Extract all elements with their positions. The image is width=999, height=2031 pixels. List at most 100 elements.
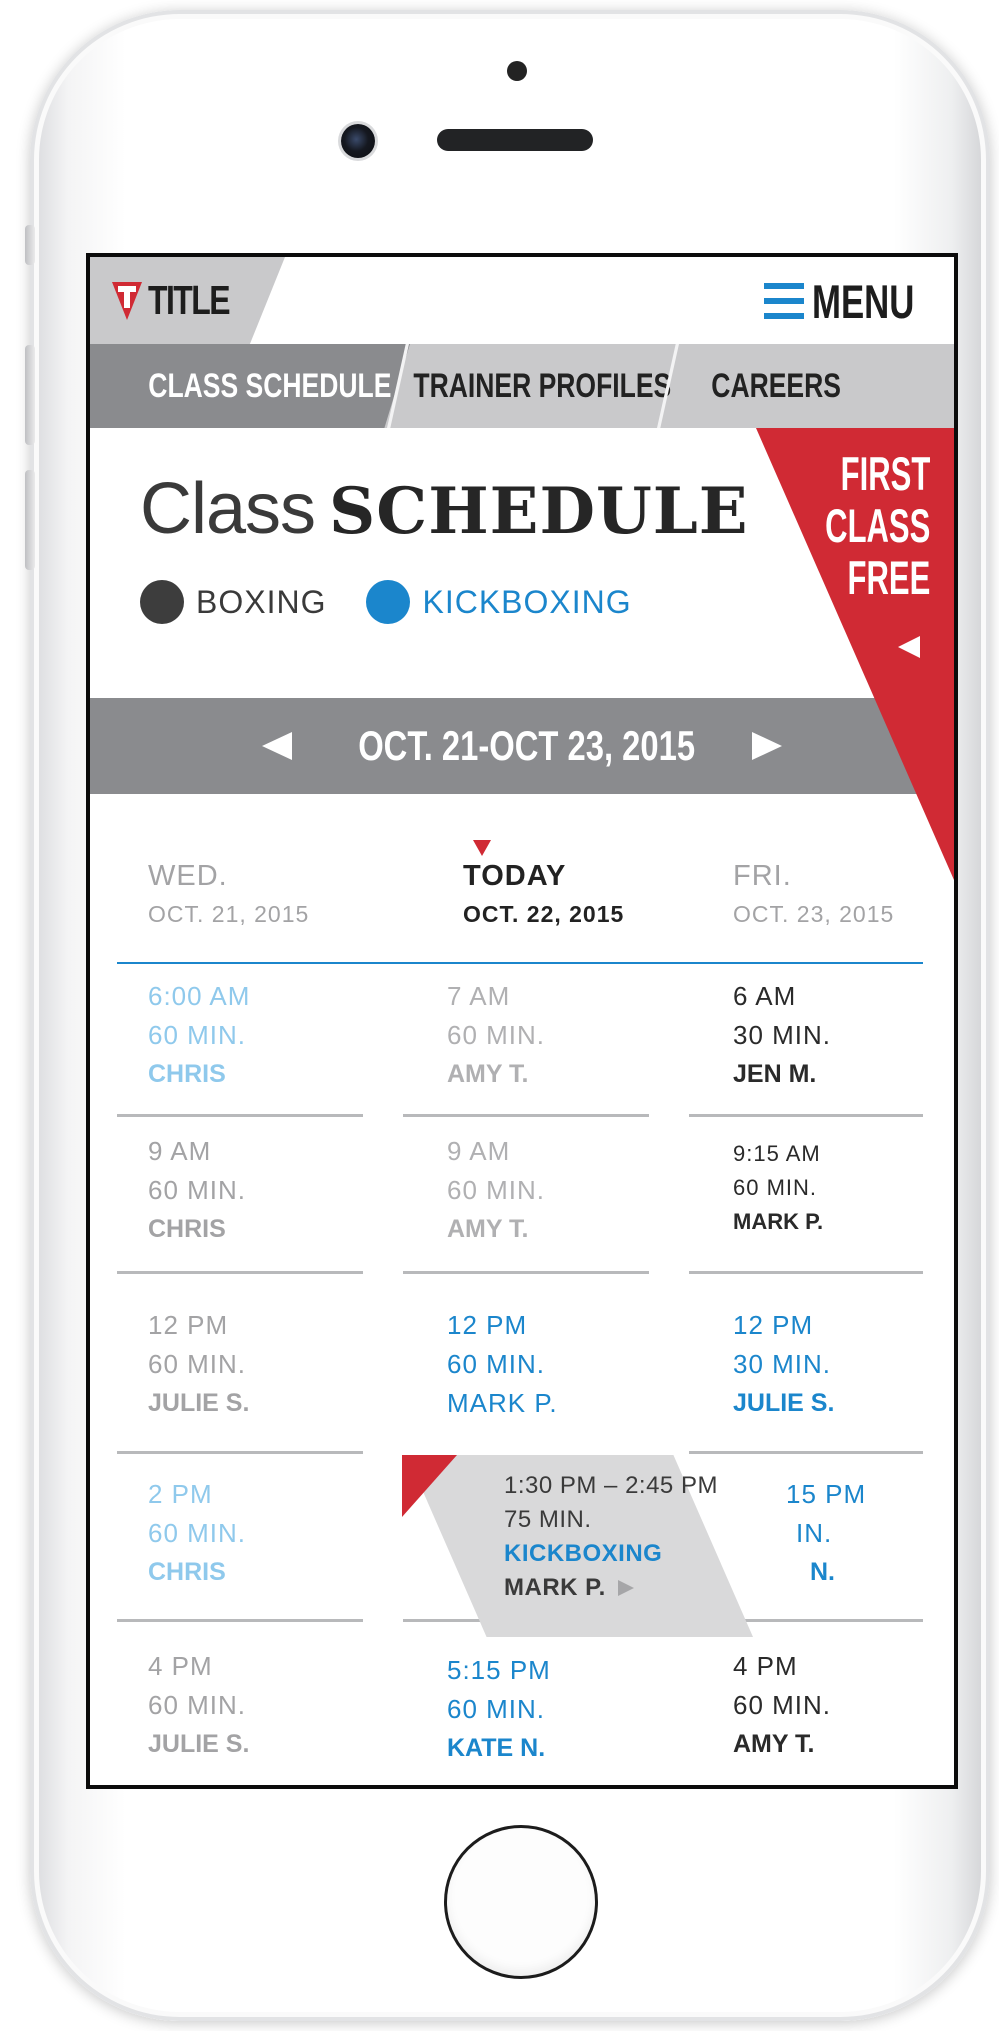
slot-time: 6:00 AM: [148, 981, 251, 1011]
class-slot[interactable]: 6:00 AM 60 MIN. CHRIS: [148, 977, 250, 1094]
slot-duration: 30 MIN.: [733, 1349, 832, 1379]
popup-class-type: KICKBOXING: [504, 1540, 663, 1567]
slot-time: 15 PM: [786, 1479, 867, 1509]
today-marker-icon: [473, 840, 491, 856]
slot-trainer: JULIE S.: [733, 1389, 835, 1417]
proximity-sensor: [507, 61, 527, 81]
slot-time: 6 AM: [733, 981, 797, 1011]
slot-duration: 60 MIN.: [733, 1175, 818, 1200]
slot-trainer: N.: [810, 1558, 835, 1586]
class-slot[interactable]: 12 PM 60 MIN. JULIE S.: [148, 1306, 249, 1423]
class-slot[interactable]: 9:15 AM 60 MIN. MARK P.: [733, 1137, 823, 1239]
slot-time: 7 AM: [447, 981, 511, 1011]
class-slot[interactable]: 6 AM 30 MIN. JEN M.: [733, 977, 831, 1094]
date-range: OCT. 21-OCT 23, 2015: [358, 722, 696, 769]
tab-class-schedule[interactable]: CLASS SCHEDULE: [90, 344, 410, 428]
slot-duration: 60 MIN.: [148, 1349, 247, 1379]
volume-up-button: [25, 345, 35, 445]
slot-divider: [117, 1114, 363, 1117]
legend-boxing-label[interactable]: BOXING: [196, 584, 326, 621]
day-name: FRI.: [733, 860, 792, 892]
slot-duration: 60 MIN.: [447, 1694, 546, 1724]
slot-trainer: JEN M.: [733, 1060, 817, 1088]
slot-duration: 60 MIN.: [148, 1020, 247, 1050]
promo-line: CLASS: [824, 499, 930, 552]
class-slot[interactable]: 4 PM 60 MIN. JULIE S.: [148, 1647, 249, 1764]
promo-text: FIRST CLASS FREE: [825, 448, 930, 604]
slot-time: 9 AM: [447, 1136, 511, 1166]
day-date: OCT. 22, 2015: [463, 901, 625, 927]
day-date: OCT. 23, 2015: [733, 901, 895, 927]
slot-time: 4 PM: [733, 1651, 798, 1681]
slot-trainer: MARK P.: [733, 1209, 824, 1234]
slot-divider: [689, 1114, 923, 1117]
slot-time: 12 PM: [148, 1310, 229, 1340]
tab-careers[interactable]: CAREERS: [676, 344, 876, 428]
popup-time-range: 1:30 PM – 2:45 PM: [504, 1472, 718, 1499]
slot-trainer: JULIE S.: [148, 1389, 250, 1417]
earpiece-speaker: [437, 129, 593, 151]
logo-text: TITLE: [148, 276, 231, 323]
boxing-dot-icon: [140, 580, 184, 624]
class-slot[interactable]: 12 PM 30 MIN. JULIE S.: [733, 1306, 834, 1423]
slot-divider: [403, 1114, 649, 1117]
class-slot[interactable]: 2 PM 60 MIN. CHRIS: [148, 1475, 246, 1592]
class-slot[interactable]: 9 AM 60 MIN. AMY T.: [447, 1132, 545, 1249]
kickboxing-dot-icon: [366, 580, 411, 624]
slot-time: 9:15 AM: [733, 1141, 821, 1166]
tab-trainer-profiles[interactable]: TRAINER PROFILES: [408, 344, 676, 428]
logo[interactable]: TITLE: [112, 277, 252, 323]
popup-flag-icon: [402, 1455, 457, 1517]
class-slot[interactable]: 5:15 PM 60 MIN. KATE N.: [447, 1651, 551, 1768]
prev-week-arrow-icon[interactable]: [262, 732, 292, 760]
promo-arrow-icon[interactable]: [898, 636, 920, 658]
day-header[interactable]: FRI. OCT. 23, 2015: [733, 858, 894, 934]
slot-divider: [689, 1271, 923, 1274]
slot-time: 12 PM: [733, 1310, 814, 1340]
hamburger-icon: [764, 283, 804, 319]
date-navigation: OCT. 21-OCT 23, 2015: [90, 698, 954, 794]
slot-duration: 60 MIN.: [447, 1175, 546, 1205]
popup-trainer-row[interactable]: MARK P.: [504, 1571, 718, 1605]
day-date: OCT. 21, 2015: [148, 901, 310, 927]
class-type-legend: BOXING KICKBOXING: [140, 580, 672, 624]
class-slot[interactable]: 9 AM 60 MIN. CHRIS: [148, 1132, 246, 1249]
day-headers: WED. OCT. 21, 2015 TODAY OCT. 22, 2015 F…: [90, 794, 954, 944]
slot-duration: 60 MIN.: [447, 1349, 546, 1379]
slot-duration: 60 MIN.: [148, 1690, 247, 1720]
popup-arrow-icon[interactable]: [617, 1580, 634, 1596]
class-slot[interactable]: 4 PM 60 MIN. AMY T.: [733, 1647, 831, 1764]
next-week-arrow-icon[interactable]: [752, 732, 782, 760]
slot-trainer: AMY T.: [447, 1060, 529, 1088]
tab-label: TRAINER PROFILES: [413, 366, 671, 405]
popup-duration: 75 MIN.: [504, 1506, 592, 1533]
class-slot[interactable]: 7 AM 60 MIN. AMY T.: [447, 977, 545, 1094]
day-header-today[interactable]: TODAY OCT. 22, 2015: [463, 858, 624, 934]
day-header[interactable]: WED. OCT. 21, 2015: [148, 858, 309, 934]
class-slot[interactable]: 12 PM 60 MIN. MARK P.: [447, 1306, 558, 1423]
slot-divider: [117, 1271, 363, 1274]
slot-trainer: CHRIS: [148, 1558, 226, 1586]
slot-trainer: AMY T.: [733, 1730, 815, 1758]
slot-time: 2 PM: [148, 1479, 213, 1509]
slot-trainer: CHRIS: [148, 1060, 226, 1088]
slot-trainer: AMY T.: [447, 1215, 529, 1243]
slot-time: 4 PM: [148, 1651, 213, 1681]
slot-time: 5:15 PM: [447, 1655, 551, 1685]
slot-duration: 30 MIN.: [733, 1020, 832, 1050]
volume-down-button: [25, 470, 35, 570]
home-button[interactable]: [444, 1825, 598, 1979]
slot-trainer: KATE N.: [447, 1734, 546, 1762]
slot-duration: 60 MIN.: [148, 1175, 247, 1205]
slot-trainer: JULIE S.: [148, 1730, 250, 1758]
slot-time: 12 PM: [447, 1310, 528, 1340]
menu-button[interactable]: MENU: [764, 274, 950, 328]
tab-label: CLASS SCHEDULE: [148, 366, 392, 405]
popup-trainer: MARK P.: [504, 1574, 606, 1601]
class-slot[interactable]: 15 PM IN. N.: [786, 1475, 866, 1592]
slot-time: 9 AM: [148, 1136, 212, 1166]
legend-kickboxing-label[interactable]: KICKBOXING: [422, 584, 631, 621]
menu-label: MENU: [812, 274, 915, 328]
class-detail-content: 1:30 PM – 2:45 PM 75 MIN. KICKBOXING MAR…: [504, 1469, 718, 1605]
slot-divider: [403, 1271, 649, 1274]
